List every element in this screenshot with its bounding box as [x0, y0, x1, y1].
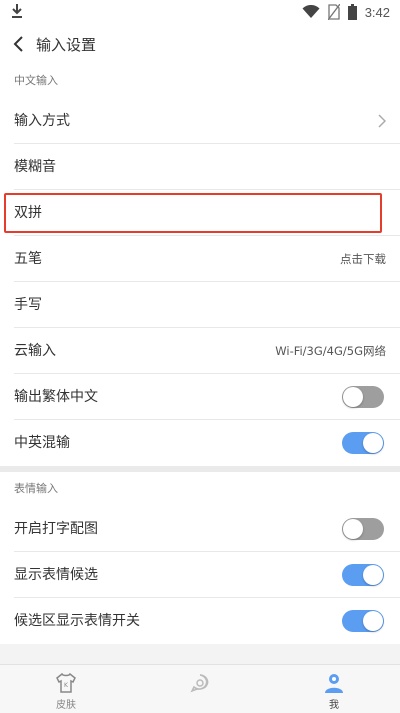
- bottom-tab-bar: K 皮肤 我: [0, 664, 400, 713]
- profile-icon: [325, 674, 343, 693]
- row-label: 输入方式: [14, 113, 70, 129]
- row-cloud-input[interactable]: 云输入 Wi-Fi/3G/4G/5G网络: [0, 328, 400, 374]
- mixed-input-toggle[interactable]: [342, 432, 384, 454]
- tab-skin[interactable]: K 皮肤: [26, 665, 106, 713]
- row-label: 五笔: [14, 251, 42, 267]
- status-time: 3:42: [364, 4, 390, 20]
- section-emoji-input: 表情输入 开启打字配图 显示表情候选 候选区显示表情开关: [0, 472, 400, 644]
- header: 输入设置: [0, 24, 400, 64]
- typing-picture-toggle[interactable]: [342, 518, 384, 540]
- toggle-knob: [343, 519, 363, 539]
- row-wubi[interactable]: 五笔 点击下载: [0, 236, 400, 282]
- toggle-knob: [363, 611, 383, 631]
- tab-chat[interactable]: [160, 665, 240, 713]
- section-title-emoji: 表情输入: [0, 472, 400, 506]
- row-label: 显示表情候选: [14, 567, 98, 583]
- settings-list: 中文输入 输入方式 模糊音 双拼 五笔 点击下载 手写 云输入 Wi-Fi/3G…: [0, 64, 400, 644]
- back-arrow-icon[interactable]: [12, 34, 26, 54]
- row-label: 候选区显示表情开关: [14, 613, 140, 629]
- candidate-emoji-switch-toggle[interactable]: [342, 610, 384, 632]
- row-typing-picture: 开启打字配图: [0, 506, 400, 552]
- tab-label: 我: [329, 700, 339, 711]
- svg-text:K: K: [64, 682, 69, 689]
- page-title: 输入设置: [36, 36, 97, 54]
- row-mixed-input: 中英混输: [0, 420, 400, 466]
- row-value: 点击下载: [340, 252, 386, 266]
- row-emoji-candidates: 显示表情候选: [0, 552, 400, 598]
- row-label: 模糊音: [14, 159, 56, 175]
- row-input-method[interactable]: 输入方式: [0, 98, 400, 144]
- toggle-knob: [343, 387, 363, 407]
- highlight-box: [4, 193, 382, 233]
- row-label: 云输入: [14, 343, 56, 359]
- emoji-candidates-toggle[interactable]: [342, 564, 384, 586]
- row-label: 输出繁体中文: [14, 389, 98, 405]
- traditional-chinese-toggle[interactable]: [342, 386, 384, 408]
- no-sim-icon: [327, 4, 340, 20]
- shirt-icon: K: [56, 672, 76, 693]
- row-handwriting[interactable]: 手写: [0, 282, 400, 328]
- row-label: 中英混输: [14, 435, 70, 451]
- toggle-knob: [363, 565, 383, 585]
- row-traditional-chinese: 输出繁体中文: [0, 374, 400, 420]
- chevron-right-icon: [378, 114, 386, 128]
- row-candidate-emoji-switch: 候选区显示表情开关: [0, 598, 400, 644]
- toggle-knob: [363, 433, 383, 453]
- status-bar: 3:42: [0, 0, 400, 24]
- row-fuzzy-pinyin[interactable]: 模糊音: [0, 144, 400, 190]
- chat-bubble-icon: [190, 674, 209, 693]
- section-title-chinese: 中文输入: [0, 64, 400, 98]
- section-chinese-input: 中文输入 输入方式 模糊音 双拼 五笔 点击下载 手写 云输入 Wi-Fi/3G…: [0, 64, 400, 466]
- row-label: 手写: [14, 297, 42, 313]
- tab-label: 皮肤: [56, 700, 76, 711]
- wifi-icon: [302, 5, 320, 18]
- row-value: Wi-Fi/3G/4G/5G网络: [275, 344, 386, 358]
- tab-me[interactable]: 我: [294, 665, 374, 713]
- download-icon: [12, 4, 22, 18]
- battery-icon: [347, 4, 357, 20]
- row-label: 开启打字配图: [14, 521, 98, 537]
- row-shuangpin[interactable]: 双拼: [0, 190, 400, 236]
